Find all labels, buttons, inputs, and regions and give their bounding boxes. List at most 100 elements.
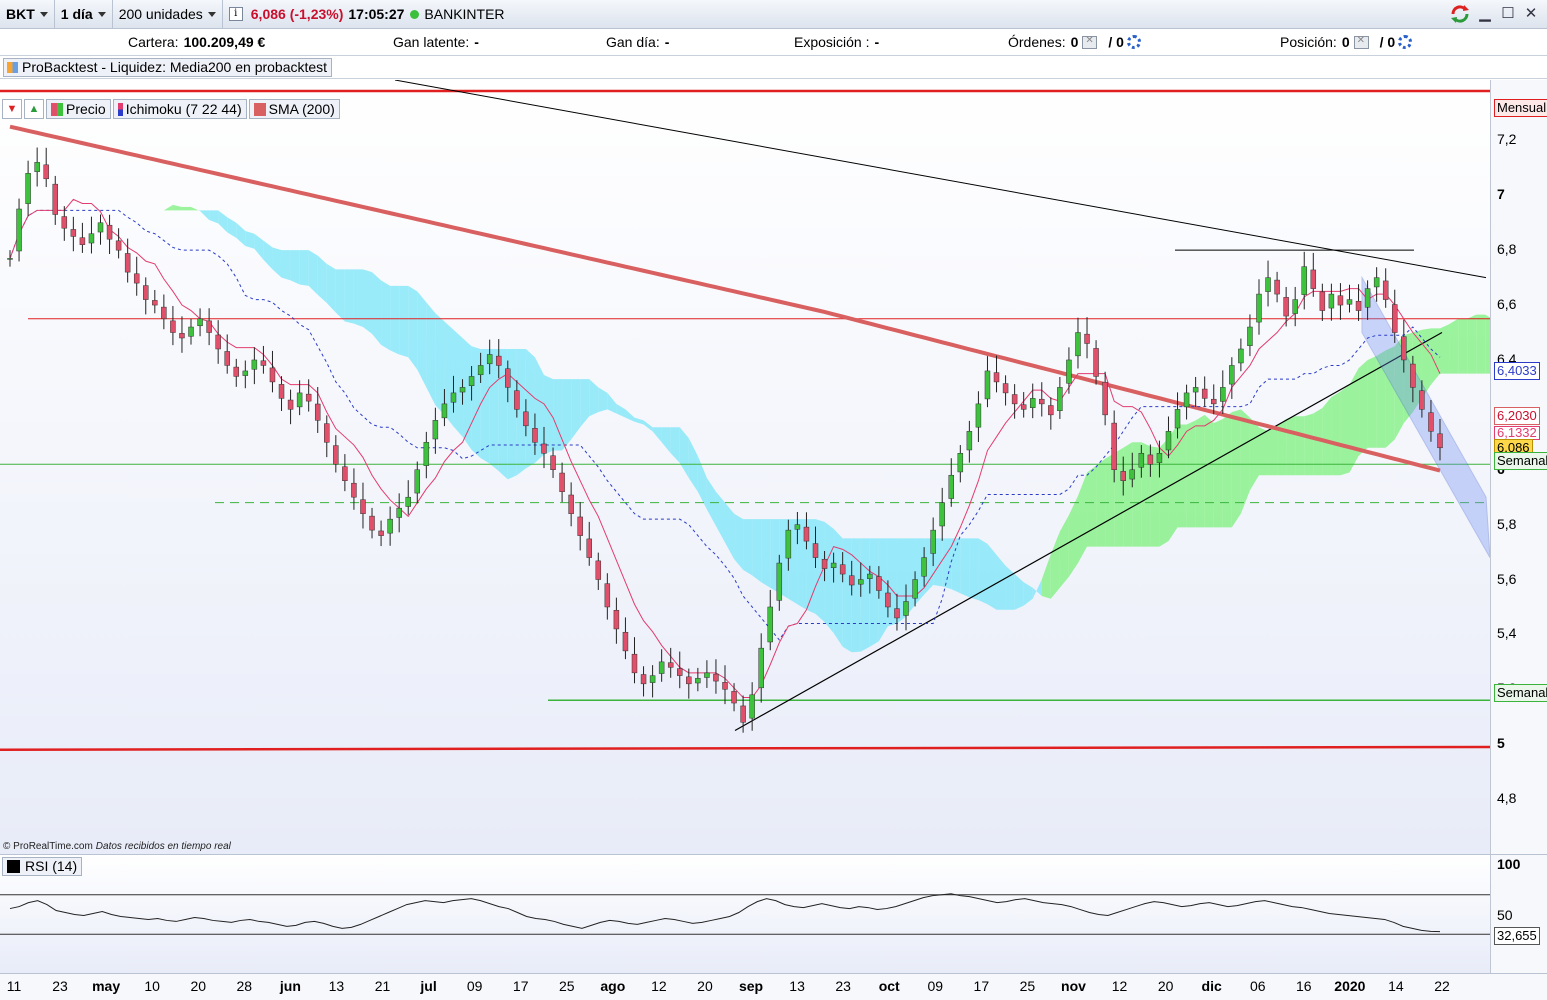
time-axis[interactable]: 11 23 may 10 20 28 jun 13 21 jul 09 17 25 ago 12 20 sep 1… [0, 973, 1547, 1000]
rsi-label: RSI (14) [25, 858, 78, 874]
legend-precio[interactable]: Precio [46, 99, 111, 119]
time-tick-label: 25 [1019, 978, 1036, 994]
marker-ichimoku: 6,4033 [1494, 362, 1540, 380]
candle-body [179, 333, 185, 339]
candle-body [559, 472, 565, 492]
ichimoku-cloud-segment [580, 379, 590, 428]
candle-body [1020, 404, 1027, 410]
price-tick-label: 7,2 [1497, 131, 1517, 148]
interval-selector[interactable]: 1 día [55, 0, 113, 29]
candle-body [1147, 454, 1154, 465]
ichimoku-cloud-segment [1087, 465, 1097, 547]
price-tick-label: 5,6 [1497, 570, 1517, 587]
ichimoku-cloud-segment [1340, 384, 1350, 476]
maximize-icon[interactable]: ☐ [1500, 6, 1516, 22]
info-icon[interactable]: i [228, 7, 243, 21]
ichimoku-cloud-segment [824, 521, 834, 634]
minimize-icon[interactable]: ▁ [1477, 6, 1493, 22]
candle-body [1029, 398, 1036, 408]
close-position-icon[interactable] [1353, 35, 1369, 49]
ichimoku-cloud-segment [435, 313, 445, 415]
ichimoku-cloud-segment [1240, 409, 1250, 514]
legend-ichimoku[interactable]: Ichimoku (7 22 44) [112, 99, 247, 119]
gear-icon[interactable] [1126, 35, 1141, 49]
candle-body [568, 494, 574, 514]
candle-body [1346, 299, 1353, 305]
posicion[interactable]: Posición:0 / 0 [1280, 34, 1413, 50]
candle-body [731, 691, 737, 704]
rsi-legend[interactable]: RSI (14) [2, 857, 83, 876]
candle-body [876, 576, 882, 591]
gan-latente-label: Gan latente: [393, 34, 470, 50]
candle-body [677, 668, 683, 676]
support-line [0, 745, 1490, 751]
ichimoku-cloud-segment [652, 427, 662, 443]
ichimoku-cloud-segment [743, 519, 753, 576]
candle-body [505, 368, 511, 388]
units-selector[interactable]: 200 unidades [113, 0, 223, 29]
time-tick-label: 28 [236, 978, 253, 994]
ichimoku-cloud-segment [209, 210, 219, 224]
candle-body [360, 499, 366, 514]
last-price: 6,086 (-1,23%) [250, 6, 344, 22]
candle-body [133, 273, 140, 284]
ichimoku-cloud-segment [317, 255, 327, 304]
ichimoku-cloud-segment [191, 206, 201, 212]
candle-body [242, 370, 249, 376]
backtest-label[interactable]: ProBacktest - Liquidez: Media200 en prob… [3, 58, 333, 77]
candle-body [830, 562, 837, 568]
candle-body [867, 573, 873, 579]
candle-body [1093, 348, 1099, 377]
ichimoku-cloud-segment [1059, 515, 1069, 588]
candle-body [414, 469, 421, 494]
gear-icon[interactable] [1398, 35, 1413, 49]
marker-rsi: 32,655 [1494, 927, 1540, 945]
ichimoku-cloud-segment [734, 513, 744, 570]
rsi-panel[interactable]: RSI (14) 100 50 32,655 [0, 854, 1547, 974]
candle-body [52, 183, 58, 215]
candle-body [1075, 332, 1081, 357]
cancel-orders-icon[interactable] [1082, 35, 1098, 49]
quote-time: 17:05:27 [348, 6, 405, 22]
price-tick-label: 5,8 [1497, 515, 1517, 532]
candle-body [848, 575, 855, 586]
ichimoku-cloud-segment [525, 348, 535, 469]
collapse-down-icon[interactable]: ▼ [2, 99, 22, 119]
ichimoku-cloud-segment [281, 250, 291, 281]
time-tick-label: 20 [1157, 978, 1174, 994]
expand-up-icon[interactable]: ▲ [24, 99, 44, 119]
candle-body [812, 543, 819, 558]
ichimoku-cloud-segment [1213, 418, 1223, 528]
ichimoku-cloud-segment [1231, 409, 1241, 528]
time-tick-label: 2020 [1334, 978, 1366, 994]
refresh-icon[interactable] [1450, 4, 1470, 24]
candle-body [704, 672, 710, 678]
candle-body [1410, 363, 1416, 388]
candle-body [1419, 390, 1425, 410]
window-controls: ▁ ☐ ✕ [1450, 4, 1539, 24]
candle-body [1382, 280, 1389, 300]
candle-body [1265, 277, 1271, 292]
candle-body [939, 502, 945, 527]
legend-sma[interactable]: SMA (200) [248, 99, 340, 119]
candle-body [459, 387, 466, 393]
ichimoku-cloud-segment [1358, 359, 1368, 457]
ichimoku-cloud-segment [1440, 324, 1450, 374]
close-icon[interactable]: ✕ [1523, 6, 1539, 22]
candle-body [785, 529, 792, 559]
candle-body [70, 229, 77, 237]
ichimoku-cloud-segment [181, 206, 192, 211]
ichimoku-cloud-segment [625, 409, 635, 422]
candle-body [514, 390, 520, 410]
symbol-selector[interactable]: BKT [0, 0, 55, 29]
rsi-axis[interactable]: 100 50 [1490, 855, 1547, 974]
ichimoku-cloud-segment [390, 285, 400, 355]
ordenes[interactable]: Órdenes:0 / 0 [1008, 34, 1141, 50]
candle-body [1011, 394, 1018, 405]
ichimoku-cloud-segment [1014, 574, 1024, 610]
ichimoku-cloud-segment [290, 250, 300, 285]
candle-body [170, 320, 176, 333]
candle-swatch-icon [51, 102, 63, 116]
ichimoku-cloud-segment [227, 217, 237, 238]
price-chart[interactable]: ▼ ▲ Precio Ichimoku (7 22 44) SMA (200) … [0, 80, 1547, 854]
